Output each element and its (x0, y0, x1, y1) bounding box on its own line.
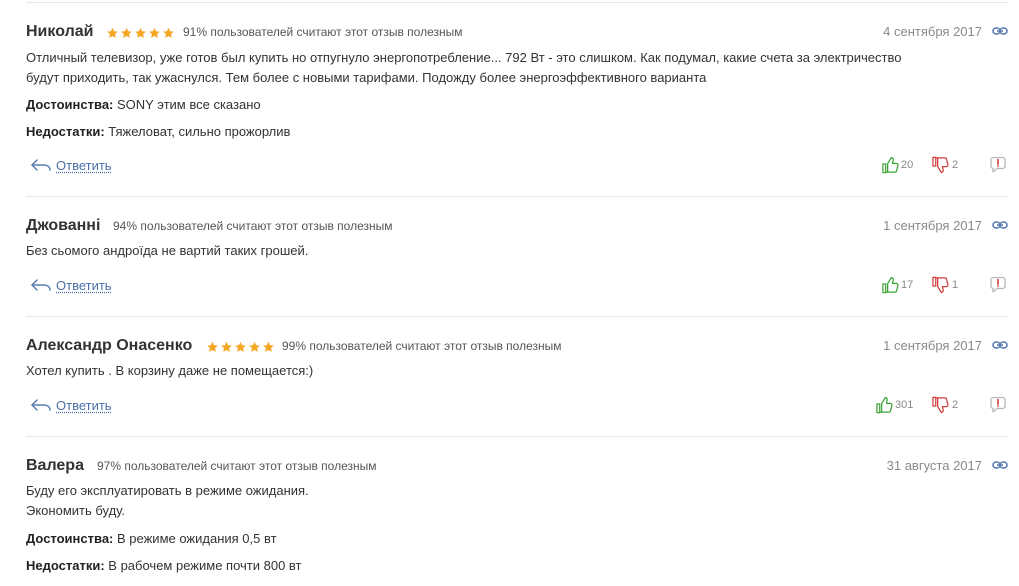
vote-up-button[interactable]: 301 (875, 395, 913, 415)
review-author: Николай (26, 23, 94, 40)
review-header: Джованні 94% пользователей считают этот … (26, 216, 1008, 236)
divider (26, 436, 1008, 437)
review-author: Джованні (26, 217, 101, 234)
review-header: Николай 91% пользователей считают этот о… (26, 22, 1008, 42)
helpful-stat: 99% пользователей считают этот отзыв пол… (282, 339, 562, 353)
helpful-stat: 97% пользователей считают этот отзыв пол… (97, 459, 377, 473)
pros-label: Достоинства: (26, 531, 114, 546)
thumbs-down-icon (931, 276, 950, 294)
vote-controls: 301 2 (868, 395, 1008, 415)
review-text: Хотел купить . В корзину даже не помещае… (26, 361, 313, 381)
star-icon (206, 341, 219, 353)
vote-up-button[interactable]: 20 (881, 155, 913, 175)
divider (26, 2, 1008, 3)
divider (26, 316, 1008, 317)
thumbs-up-icon (875, 396, 894, 414)
reply-arrow-icon (30, 398, 52, 412)
pros-text: SONY этим все сказано (117, 97, 261, 112)
thumbs-up-icon (881, 156, 900, 174)
cons-label: Недостатки: (26, 558, 105, 573)
review-item: Николай 91% пользователей считают этот о… (26, 22, 1008, 172)
cons-text: Тяжеловат, сильно прожорлив (108, 124, 291, 139)
likes-count: 20 (901, 159, 914, 171)
review-date: 4 сентября 2017 (883, 24, 982, 39)
star-icon (262, 341, 275, 353)
review-date: 1 сентября 2017 (883, 218, 982, 233)
star-icon (220, 341, 233, 353)
dislikes-count: 2 (952, 399, 959, 411)
review-cons: Недостатки: Тяжеловат, сильно прожорлив (26, 124, 290, 139)
reply-arrow-icon (30, 158, 52, 172)
rating-stars (106, 27, 175, 39)
star-icon (248, 341, 261, 353)
review-date: 31 августа 2017 (886, 458, 982, 473)
review-text-line: будут приходить, так ужаснулся. Тем боле… (26, 69, 707, 85)
divider (26, 196, 1008, 197)
review-date: 1 сентября 2017 (883, 338, 982, 353)
review-text: Буду его эксплуатировать в режиме ожидан… (26, 481, 309, 520)
star-icon (106, 27, 119, 39)
vote-down-button[interactable]: 1 (931, 275, 958, 295)
review-author: Валера (26, 457, 84, 474)
complaint-icon (988, 395, 1008, 415)
link-icon[interactable] (992, 26, 1008, 36)
review-text-line: Буду его эксплуатировать в режиме ожидан… (26, 483, 309, 498)
review-header: Александр Онасенко 99% пользователей счи… (26, 336, 1008, 356)
thumbs-up-icon (881, 276, 900, 294)
review-pros: Достоинства: SONY этим все сказано (26, 97, 261, 112)
cons-label: Недостатки: (26, 124, 105, 139)
review-item: Валера 97% пользователей считают этот от… (26, 456, 1008, 586)
complain-button[interactable] (988, 275, 1008, 295)
reply-button[interactable]: Ответить (30, 277, 112, 293)
rating-stars (206, 341, 275, 353)
complaint-icon (988, 275, 1008, 295)
thumbs-down-icon (931, 156, 950, 174)
review-text: Отличный телевизор, уже готов был купить… (26, 48, 901, 87)
vote-down-button[interactable]: 2 (931, 395, 958, 415)
star-icon (162, 27, 175, 39)
review-item: Александр Онасенко 99% пользователей счи… (26, 336, 1008, 416)
review-text: Без сьомого андроїда не вартий таких гро… (26, 241, 308, 261)
review-author: Александр Онасенко (26, 337, 193, 354)
link-icon[interactable] (992, 220, 1008, 230)
link-icon[interactable] (992, 340, 1008, 350)
dislikes-count: 1 (952, 279, 959, 291)
review-text-line: Экономить буду. (26, 502, 125, 518)
pros-label: Достоинства: (26, 97, 114, 112)
star-icon (234, 341, 247, 353)
thumbs-down-icon (931, 396, 950, 414)
likes-count: 17 (901, 279, 914, 291)
review-text-line: Хотел купить . В корзину даже не помещае… (26, 363, 314, 378)
review-cons: Недостатки: В рабочем режиме почти 800 в… (26, 558, 302, 573)
review-pros: Достоинства: В режиме ожидания 0,5 вт (26, 531, 277, 546)
vote-controls: 17 1 (868, 275, 1008, 295)
star-icon (120, 27, 133, 39)
star-icon (148, 27, 161, 39)
star-icon (134, 27, 147, 39)
pros-text: В режиме ожидания 0,5 вт (117, 531, 277, 546)
review-text-line: Отличный телевизор, уже готов был купить… (26, 50, 902, 65)
complain-button[interactable] (988, 155, 1008, 175)
complain-button[interactable] (988, 395, 1008, 415)
reply-label[interactable]: Ответить (56, 278, 112, 293)
dislikes-count: 2 (952, 159, 959, 171)
reply-arrow-icon (30, 278, 52, 292)
reply-label[interactable]: Ответить (56, 398, 112, 413)
vote-down-button[interactable]: 2 (931, 155, 958, 175)
likes-count: 301 (895, 399, 914, 411)
reply-label[interactable]: Ответить (56, 158, 112, 173)
helpful-stat: 94% пользователей считают этот отзыв пол… (113, 219, 393, 233)
complaint-icon (988, 155, 1008, 175)
helpful-stat: 91% пользователей считают этот отзыв пол… (183, 25, 463, 39)
vote-controls: 20 2 (868, 155, 1008, 175)
reply-button[interactable]: Ответить (30, 397, 112, 413)
cons-text: В рабочем режиме почти 800 вт (108, 558, 302, 573)
review-item: Джованні 94% пользователей считают этот … (26, 216, 1008, 296)
reply-button[interactable]: Ответить (30, 157, 112, 173)
reviews-list: Николай 91% пользователей считают этот о… (0, 0, 1019, 586)
review-header: Валера 97% пользователей считают этот от… (26, 456, 1008, 476)
review-text-line: Без сьомого андроїда не вартий таких гро… (26, 243, 309, 258)
vote-up-button[interactable]: 17 (881, 275, 913, 295)
link-icon[interactable] (992, 460, 1008, 470)
